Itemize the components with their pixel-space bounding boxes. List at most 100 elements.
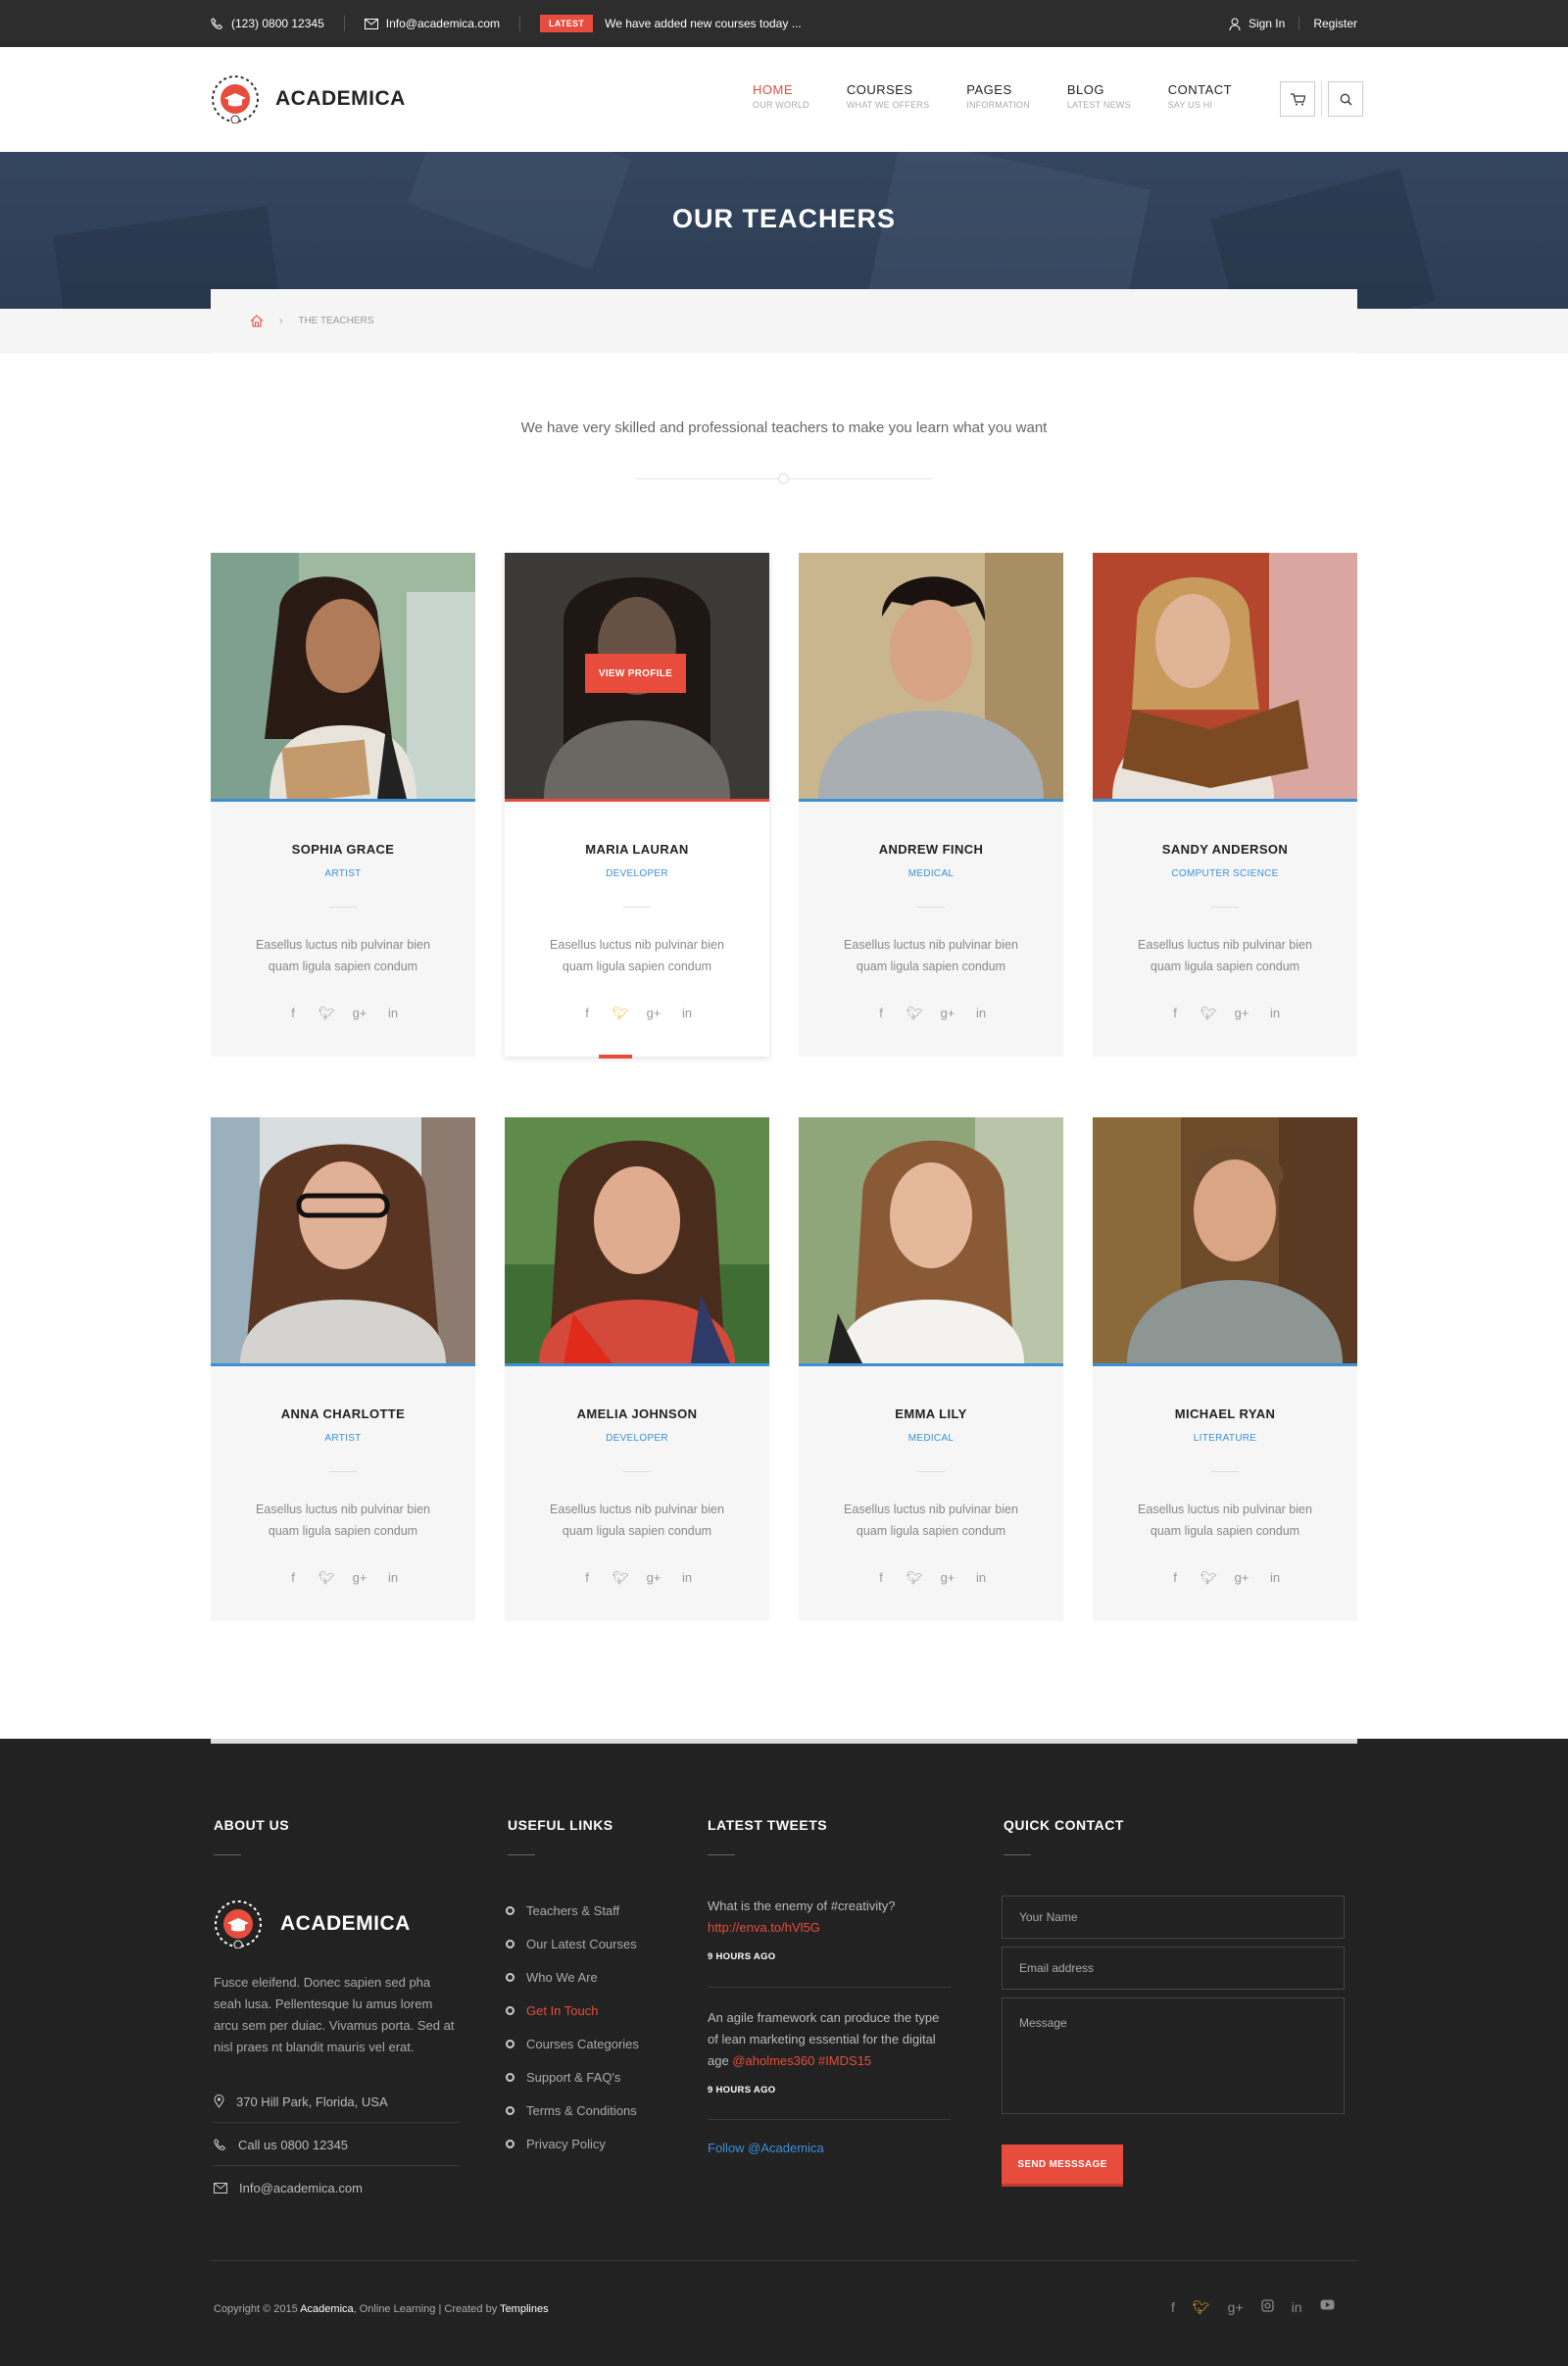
linkedin-icon[interactable]: in [973,1006,989,1021]
teacher-name[interactable]: AMELIA JOHNSON [505,1406,769,1421]
google-plus-icon[interactable]: g+ [352,1006,368,1021]
teacher-photo[interactable] [505,1117,769,1363]
nav-pages-label[interactable]: PAGES [966,82,1030,97]
name-input[interactable]: Your Name [1002,1896,1345,1939]
footer-link-label[interactable]: Our Latest Courses [526,1937,637,1951]
facebook-icon[interactable]: f [1167,1570,1183,1586]
facebook-icon[interactable]: f [873,1006,889,1021]
teacher-photo[interactable]: VIEW PROFILE [505,553,769,799]
teacher-photo[interactable] [211,553,475,799]
teacher-name[interactable]: SANDY ANDERSON [1093,842,1357,857]
facebook-icon[interactable]: f [1167,1006,1183,1021]
facebook-icon[interactable]: f [579,1006,595,1021]
register-link[interactable]: Register [1313,17,1357,30]
google-plus-icon[interactable]: g+ [1234,1570,1250,1586]
teacher-photo[interactable] [211,1117,475,1363]
teacher-photo[interactable] [1093,553,1357,799]
teacher-card[interactable]: ANNA CHARLOTTE ARTIST Easellus luctus ni… [211,1117,475,1621]
follow-link[interactable]: Follow @Academica [708,2141,824,2155]
email-info[interactable]: Info@academica.com [364,17,500,30]
linkedin-icon[interactable]: in [973,1570,989,1586]
footer-link[interactable]: Our Latest Courses [506,1927,639,1960]
facebook-icon[interactable]: f [285,1006,301,1021]
footer-link-label[interactable]: Courses Categories [526,2037,639,2051]
linkedin-icon[interactable]: in [1267,1570,1283,1586]
facebook-icon[interactable]: f [579,1570,595,1586]
footer-link[interactable]: Courses Categories [506,2027,639,2060]
teacher-card[interactable]: ANDREW FINCH MEDICAL Easellus luctus nib… [799,553,1063,1057]
twitter-icon[interactable]: 🐦︎ [1193,2299,1210,2316]
footer-link-label[interactable]: Privacy Policy [526,2137,606,2151]
youtube-icon[interactable] [1320,2299,1335,2316]
facebook-icon[interactable]: f [1171,2299,1175,2316]
logo[interactable]: ACADEMICA [211,74,406,123]
send-message-button[interactable]: SEND MESSSAGE [1002,2144,1123,2187]
footer-logo[interactable]: ACADEMICA [214,1899,411,1948]
linkedin-icon[interactable]: in [385,1570,401,1586]
twitter-icon[interactable]: 🐦︎ [318,1570,335,1586]
news-ticker[interactable]: We have added new courses today ... [605,17,802,30]
teacher-card[interactable]: SOPHIA GRACE ARTIST Easellus luctus nib … [211,553,475,1057]
twitter-icon[interactable]: 🐦︎ [906,1006,923,1021]
facebook-icon[interactable]: f [873,1570,889,1586]
twitter-icon[interactable]: 🐦︎ [906,1570,923,1586]
message-textarea[interactable]: Message [1002,1997,1345,2114]
twitter-icon[interactable]: 🐦︎ [318,1006,335,1021]
teacher-name[interactable]: MICHAEL RYAN [1093,1406,1357,1421]
footer-link[interactable]: Teachers & Staff [506,1894,639,1927]
footer-link[interactable]: Who We Are [506,1960,639,1994]
tweet-link[interactable]: http://enva.to/hVl5G [708,1920,820,1935]
footer-link[interactable]: Privacy Policy [506,2127,639,2160]
linkedin-icon[interactable]: in [679,1006,695,1021]
teacher-name[interactable]: ANNA CHARLOTTE [211,1406,475,1421]
footer-link[interactable]: Terms & Conditions [506,2094,639,2127]
google-plus-icon[interactable]: g+ [646,1006,662,1021]
nav-pages[interactable]: PAGES INFORMATION [966,82,1030,110]
teacher-name[interactable]: SOPHIA GRACE [211,842,475,857]
nav-blog[interactable]: BLOG LATEST NEWS [1067,82,1131,110]
google-plus-icon[interactable]: g+ [1234,1006,1250,1021]
copyright-brand[interactable]: Academica [300,2303,353,2315]
email-text[interactable]: Info@academica.com [239,2181,363,2195]
linkedin-icon[interactable]: in [679,1570,695,1586]
footer-link-label[interactable]: Get In Touch [526,2003,598,2018]
tweet-link[interactable]: @aholmes360 #IMDS15 [732,2053,871,2068]
footer-link[interactable]: Get In Touch [506,1994,639,2027]
footer-email[interactable]: Info@academica.com [214,2167,459,2209]
footer-link-label[interactable]: Support & FAQ's [526,2070,620,2085]
search-button[interactable] [1328,81,1363,117]
teacher-card[interactable]: AMELIA JOHNSON DEVELOPER Easellus luctus… [505,1117,769,1621]
teacher-card[interactable]: VIEW PROFILE MARIA LAURAN DEVELOPER Ease… [505,553,769,1059]
twitter-icon[interactable]: 🐦︎ [1200,1570,1217,1586]
cart-button[interactable] [1280,81,1315,117]
teacher-card[interactable]: SANDY ANDERSON COMPUTER SCIENCE Easellus… [1093,553,1357,1057]
home-icon[interactable] [250,315,264,327]
teacher-name[interactable]: EMMA LILY [799,1406,1063,1421]
facebook-icon[interactable]: f [285,1570,301,1586]
google-plus-icon[interactable]: g+ [646,1570,662,1586]
nav-blog-label[interactable]: BLOG [1067,82,1131,97]
view-profile-button[interactable]: VIEW PROFILE [585,654,686,693]
google-plus-icon[interactable]: g+ [352,1570,368,1586]
email-input[interactable]: Email address [1002,1947,1345,1990]
linkedin-icon[interactable]: in [1267,1006,1283,1021]
google-plus-icon[interactable]: g+ [940,1006,956,1021]
instagram-icon[interactable] [1260,2299,1274,2316]
teacher-photo[interactable] [799,1117,1063,1363]
twitter-icon[interactable]: 🐦︎ [612,1570,629,1586]
teacher-photo[interactable] [799,553,1063,799]
nav-contact-label[interactable]: CONTACT [1168,82,1232,97]
teacher-card[interactable]: MICHAEL RYAN LITERATURE Easellus luctus … [1093,1117,1357,1621]
email-text[interactable]: Info@academica.com [386,17,500,30]
teacher-photo[interactable] [1093,1117,1357,1363]
linkedin-icon[interactable]: in [1292,2299,1302,2316]
google-plus-icon[interactable]: g+ [940,1570,956,1586]
footer-link-label[interactable]: Who We Are [526,1970,598,1985]
linkedin-icon[interactable]: in [385,1006,401,1021]
nav-courses-label[interactable]: COURSES [847,82,929,97]
footer-link-label[interactable]: Teachers & Staff [526,1903,619,1918]
signin-link[interactable]: Sign In [1249,17,1285,30]
teacher-name[interactable]: MARIA LAURAN [505,842,769,857]
teacher-name[interactable]: ANDREW FINCH [799,842,1063,857]
twitter-icon[interactable]: 🐦︎ [612,1006,629,1021]
